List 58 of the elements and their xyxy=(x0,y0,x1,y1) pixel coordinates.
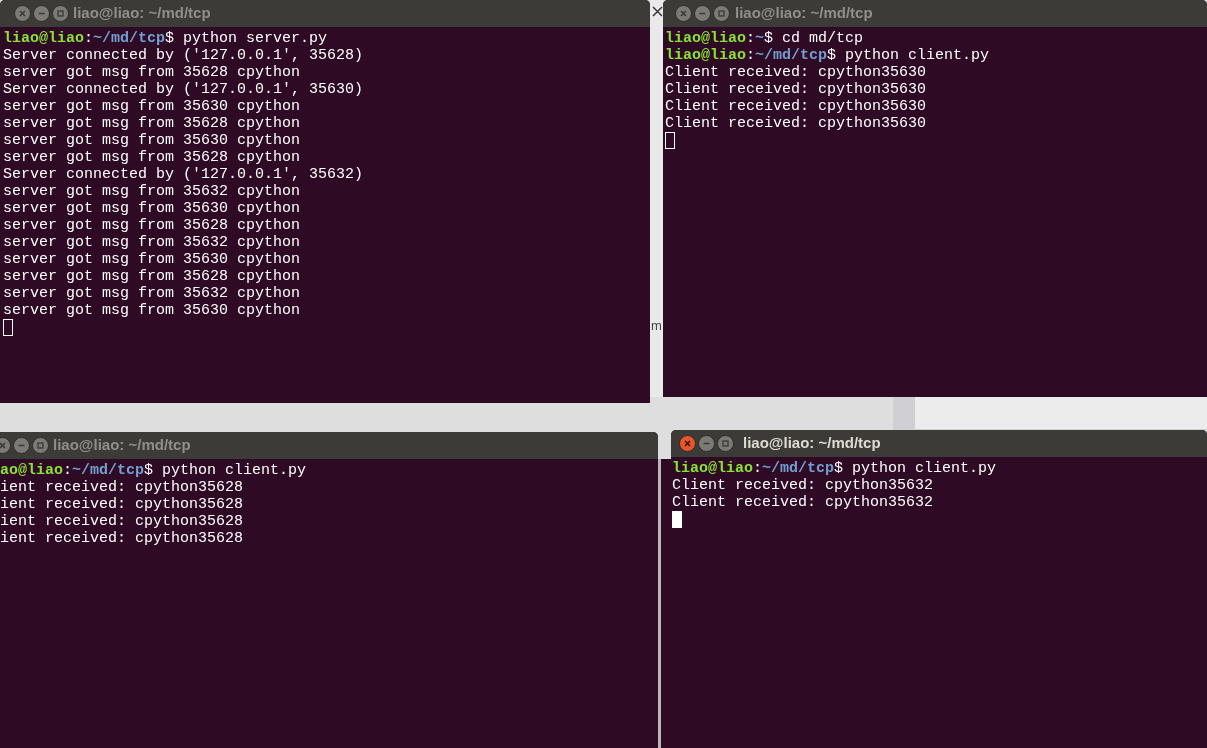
output-line: Server connected by ('127.0.0.1', 35628) xyxy=(3,47,365,64)
output-line: Client received: cpython35632 xyxy=(672,477,935,494)
maximize-button[interactable] xyxy=(52,5,69,22)
output-line: server got msg from 35630 cpython xyxy=(3,302,302,319)
maximize-button[interactable] xyxy=(32,437,49,454)
maximize-icon xyxy=(35,440,46,451)
prompt-line: liao@liao:~/md/tcp$ python client.py xyxy=(665,47,991,64)
minimize-button[interactable] xyxy=(698,435,715,452)
close-icon xyxy=(678,8,689,19)
close-icon[interactable] xyxy=(652,6,663,17)
output-line: server got msg from 35632 cpython xyxy=(3,183,302,200)
output-line: server got msg from 35630 cpython xyxy=(3,132,302,149)
output-line: ient received: cpython35628 xyxy=(0,479,245,496)
close-button[interactable] xyxy=(679,435,696,452)
window-title: liao@liao: ~/md/tcp xyxy=(735,3,873,24)
output-line: server got msg from 35628 cpython xyxy=(3,149,302,166)
output-line: server got msg from 35630 cpython xyxy=(3,98,302,115)
maximize-icon xyxy=(720,438,731,449)
scrollbar[interactable] xyxy=(893,397,915,430)
window-title: liao@liao: ~/md/tcp xyxy=(53,435,191,456)
document-text: m xyxy=(651,318,662,334)
close-icon xyxy=(17,8,28,19)
minimize-button[interactable] xyxy=(694,5,711,22)
output-line: server got msg from 35628 cpython xyxy=(3,115,302,132)
prompt-line: liao@liao:~$ cd md/tcp xyxy=(665,30,865,47)
output-line: ient received: cpython35628 xyxy=(0,530,245,547)
output-line: server got msg from 35628 cpython xyxy=(3,64,302,81)
window-title: liao@liao: ~/md/tcp xyxy=(73,3,211,24)
output-line: Client received: cpython35632 xyxy=(672,494,935,511)
output-line: server got msg from 35628 cpython xyxy=(3,268,302,285)
output-line: Server connected by ('127.0.0.1', 35632) xyxy=(3,166,365,183)
output-line: Server connected by ('127.0.0.1', 35630) xyxy=(3,81,365,98)
output-line: ient received: cpython35628 xyxy=(0,513,245,530)
prompt-line: liao@liao:~/md/tcp$ python server.py xyxy=(3,30,329,47)
output-line: ient received: cpython35628 xyxy=(0,496,245,513)
output-line: server got msg from 35632 cpython xyxy=(3,234,302,251)
output-line: server got msg from 35628 cpython xyxy=(3,217,302,234)
close-icon xyxy=(682,438,693,449)
close-icon xyxy=(0,440,8,451)
output-line: Client received: cpython35630 xyxy=(665,115,928,132)
prompt-line: ao@liao:~/md/tcp$ python client.py xyxy=(0,462,308,479)
output-line: server got msg from 35630 cpython xyxy=(3,200,302,217)
output-line: server got msg from 35632 cpython xyxy=(3,285,302,302)
scrollbar[interactable] xyxy=(658,459,661,748)
maximize-icon xyxy=(716,8,727,19)
output-line: Client received: cpython35630 xyxy=(665,64,928,81)
maximize-button[interactable] xyxy=(717,435,734,452)
minimize-button[interactable] xyxy=(13,437,30,454)
close-button[interactable] xyxy=(14,5,31,22)
maximize-icon xyxy=(55,8,66,19)
output-line: Client received: cpython35630 xyxy=(665,81,928,98)
output-line: Client received: cpython35630 xyxy=(665,98,928,115)
window-title: liao@liao: ~/md/tcp xyxy=(743,433,881,454)
minimize-button[interactable] xyxy=(33,5,50,22)
close-button[interactable] xyxy=(675,5,692,22)
output-line: server got msg from 35630 cpython xyxy=(3,251,302,268)
prompt-line: liao@liao:~/md/tcp$ python client.py xyxy=(672,460,998,477)
maximize-button[interactable] xyxy=(713,5,730,22)
